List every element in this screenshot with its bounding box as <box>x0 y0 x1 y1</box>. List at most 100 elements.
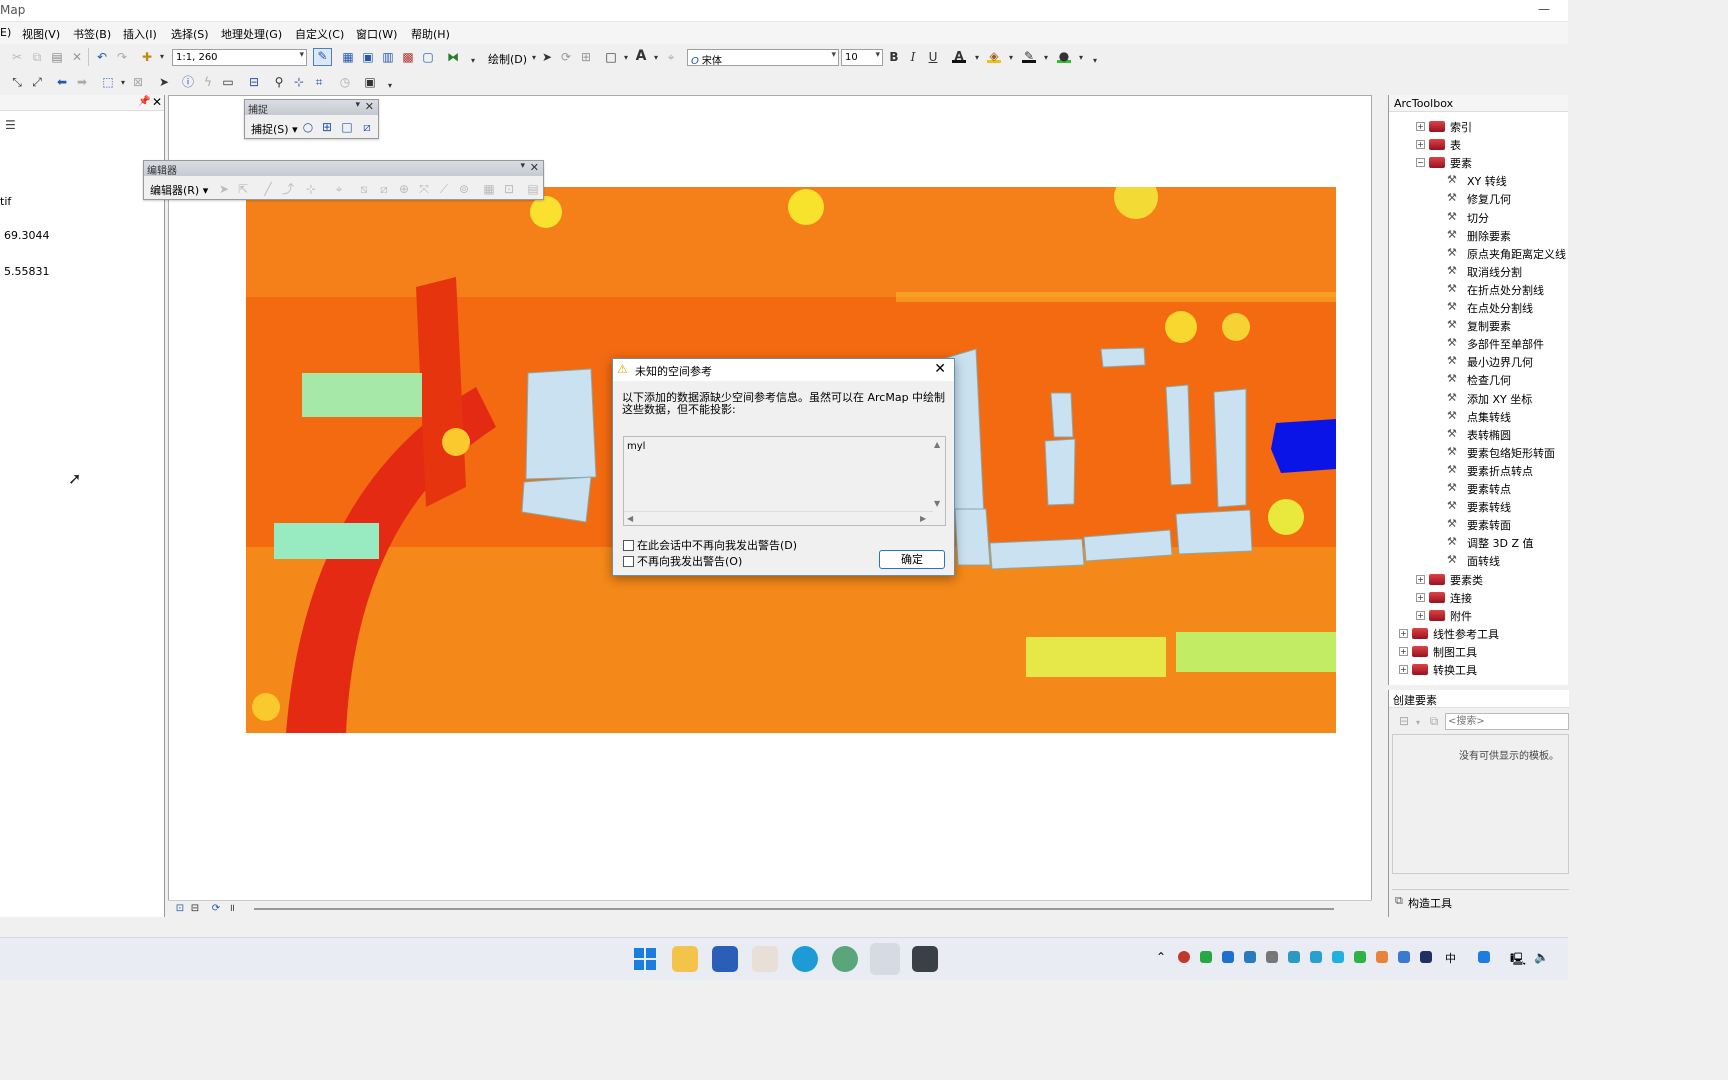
expand-icon[interactable]: + <box>1416 140 1425 150</box>
toolbox-item[interactable]: + 连接 <box>1389 589 1569 606</box>
tool-item[interactable]: ⚒ 多部件至单部件 <box>1389 335 1569 352</box>
toolbox-item[interactable]: + 附件 <box>1389 607 1569 624</box>
building-footprint[interactable] <box>954 508 991 566</box>
building-footprint[interactable] <box>525 368 597 480</box>
tool-item[interactable]: ⚒ 要素转面 <box>1389 516 1569 533</box>
find-route-icon[interactable]: ⊹ <box>292 75 306 89</box>
toolbox-item[interactable]: + 线性参考工具 <box>1389 625 1569 642</box>
catalog-window-icon[interactable]: ▣ <box>361 50 375 64</box>
tool-item[interactable]: ⚒ 要素转点 <box>1389 480 1569 497</box>
back-extent-icon[interactable]: ⬅ <box>55 75 69 89</box>
network-icon[interactable]: 🖳 <box>1510 950 1526 971</box>
select-features-icon[interactable]: ⬚ <box>101 75 115 89</box>
building-footprint[interactable] <box>1213 388 1247 508</box>
building-footprint[interactable] <box>989 538 1085 570</box>
tool-item[interactable]: ⚒ 原点夹角距离定义线 <box>1389 245 1569 262</box>
menu-selection[interactable]: 选择(S) <box>171 26 209 42</box>
forward-extent-icon[interactable]: ➡ <box>75 75 89 89</box>
checkbox-box[interactable] <box>623 540 634 551</box>
menu-customize[interactable]: 自定义(C) <box>295 26 344 42</box>
tool-item[interactable]: ⚒ 表转椭圆 <box>1389 426 1569 443</box>
pause-drawing-icon[interactable]: ॥ <box>225 902 239 916</box>
split-icon[interactable]: ⊕ <box>397 182 411 196</box>
pin-icon[interactable]: 📌 <box>138 96 150 107</box>
fill-color-icon[interactable]: ◈ <box>987 49 1001 63</box>
menu-windows[interactable]: 窗口(W) <box>356 26 397 42</box>
toolbar-overflow-icon[interactable]: ▾ <box>383 79 397 93</box>
tool-item[interactable]: ⚒ 调整 3D Z 值 <box>1389 534 1569 551</box>
html-popup-icon[interactable]: ▭ <box>221 75 235 89</box>
toolbar-overflow-icon[interactable]: ▾ <box>1088 54 1102 68</box>
search-window-icon[interactable]: ▥ <box>381 50 395 64</box>
layer-name[interactable]: tif <box>0 195 11 208</box>
tray-app-icon[interactable] <box>1222 951 1234 963</box>
menu-geoprocessing[interactable]: 地理处理(G) <box>221 26 282 42</box>
sketch-icon[interactable]: ⊡ <box>502 182 516 196</box>
tool-item[interactable]: ⚒ 切分 <box>1389 209 1569 226</box>
tray-app-icon[interactable] <box>1200 951 1212 963</box>
tool-item[interactable]: ⚒ 在点处分割线 <box>1389 299 1569 316</box>
horizontal-scrollbar[interactable]: ◀ ▶ <box>624 511 933 525</box>
tool-item[interactable]: ⚒ 取消线分割 <box>1389 263 1569 280</box>
time-slider-icon[interactable]: ◷ <box>338 75 352 89</box>
toolbox-item[interactable]: + 要素类 <box>1389 571 1569 588</box>
horizontal-scrollbar[interactable] <box>254 908 1334 910</box>
rectangle-dropdown-icon[interactable]: ▾ <box>619 51 633 65</box>
pen-tool-icon[interactable] <box>912 946 938 972</box>
edit-vertices-icon[interactable]: ⌖ <box>332 182 346 196</box>
attributes-icon[interactable]: ▦ <box>482 182 496 196</box>
scroll-down-icon[interactable]: ▼ <box>934 499 940 508</box>
add-data-dropdown-icon[interactable]: ▾ <box>155 50 169 64</box>
edit-annotation-icon[interactable]: ⇱ <box>236 182 250 196</box>
toolbox-item[interactable]: + 索引 <box>1389 118 1569 135</box>
toc-window-icon[interactable]: ▦ <box>341 50 355 64</box>
marker-color-dropdown-icon[interactable]: ▾ <box>1074 51 1088 65</box>
font-color-icon[interactable]: A <box>952 49 966 63</box>
chevron-down-icon[interactable]: ▾ <box>355 100 360 110</box>
create-viewer-window-icon[interactable]: ▣ <box>363 75 377 89</box>
data-view-icon[interactable]: ⊡ <box>173 902 187 916</box>
hyperlink-icon[interactable]: ϟ <box>201 75 215 89</box>
line-color-dropdown-icon[interactable]: ▾ <box>1039 51 1053 65</box>
expand-icon[interactable]: + <box>1399 665 1408 674</box>
fill-color-dropdown-icon[interactable]: ▾ <box>1004 51 1018 65</box>
editor-toolbar-caption[interactable]: 编辑器 ▾ ✕ <box>144 161 543 177</box>
tray-app-icon[interactable] <box>1398 951 1410 963</box>
tray-app-icon[interactable] <box>1478 951 1490 963</box>
draw-menu[interactable]: 绘制(D) <box>488 51 527 67</box>
rotate-icon[interactable]: ⤧ <box>417 182 431 196</box>
zoom-whole-page-icon[interactable]: ⊞ <box>579 50 593 64</box>
toolbox-item[interactable]: + 转换工具 <box>1389 661 1569 678</box>
expand-icon[interactable]: + <box>1416 592 1425 602</box>
arctoolbox-window-icon[interactable]: ▩ <box>401 50 415 64</box>
editor-toolbar-icon[interactable]: ✎ <box>313 48 332 66</box>
snapping-toolbar-caption[interactable]: 捕捉 ▾ ✕ <box>245 100 378 116</box>
map-scale-combo[interactable]: 1:1, 260 ▾ <box>172 49 307 66</box>
file-explorer-icon[interactable] <box>672 946 698 972</box>
tray-app-icon[interactable] <box>1376 951 1388 963</box>
snapping-menu[interactable]: 捕捉(S) ▾ <box>251 121 298 137</box>
text-dropdown-icon[interactable]: ▾ <box>649 51 663 65</box>
select-elements-icon[interactable]: ➤ <box>540 50 554 64</box>
font-color-dropdown-icon[interactable]: ▾ <box>970 51 984 65</box>
scroll-right-icon[interactable]: ▶ <box>920 514 926 523</box>
expand-icon[interactable]: + <box>1416 610 1425 620</box>
dialog-title-bar[interactable]: ⚠ 未知的空间参考 ✕ <box>613 359 954 381</box>
building-footprint[interactable] <box>1100 347 1146 368</box>
datasource-list[interactable]: myl ▲ ▼ ◀ ▶ <box>623 436 946 526</box>
text-icon[interactable]: A <box>634 49 648 63</box>
create-features-icon[interactable]: ▤ <box>526 182 540 196</box>
modelbuilder-icon[interactable]: ⧓ <box>446 50 460 64</box>
python-window-icon[interactable]: ▢ <box>421 50 435 64</box>
add-data-icon[interactable]: ✚ <box>140 50 154 64</box>
font-size-combo[interactable]: 10 ▾ <box>841 49 883 66</box>
tray-app-icon[interactable] <box>1420 951 1432 963</box>
font-name-combo[interactable]: O 宋体 ▾ <box>687 49 839 67</box>
tool-item[interactable]: ⚒ XY 转线 <box>1389 172 1569 189</box>
select-elements-icon[interactable]: ➤ <box>157 75 171 89</box>
toolbox-item[interactable]: + 制图工具 <box>1389 643 1569 660</box>
template-list[interactable]: 没有可供显示的模板。 <box>1392 734 1569 874</box>
edge-browser-icon[interactable] <box>792 946 818 972</box>
close-icon[interactable]: ✕ <box>365 100 374 113</box>
close-icon[interactable]: ✕ <box>530 161 539 174</box>
